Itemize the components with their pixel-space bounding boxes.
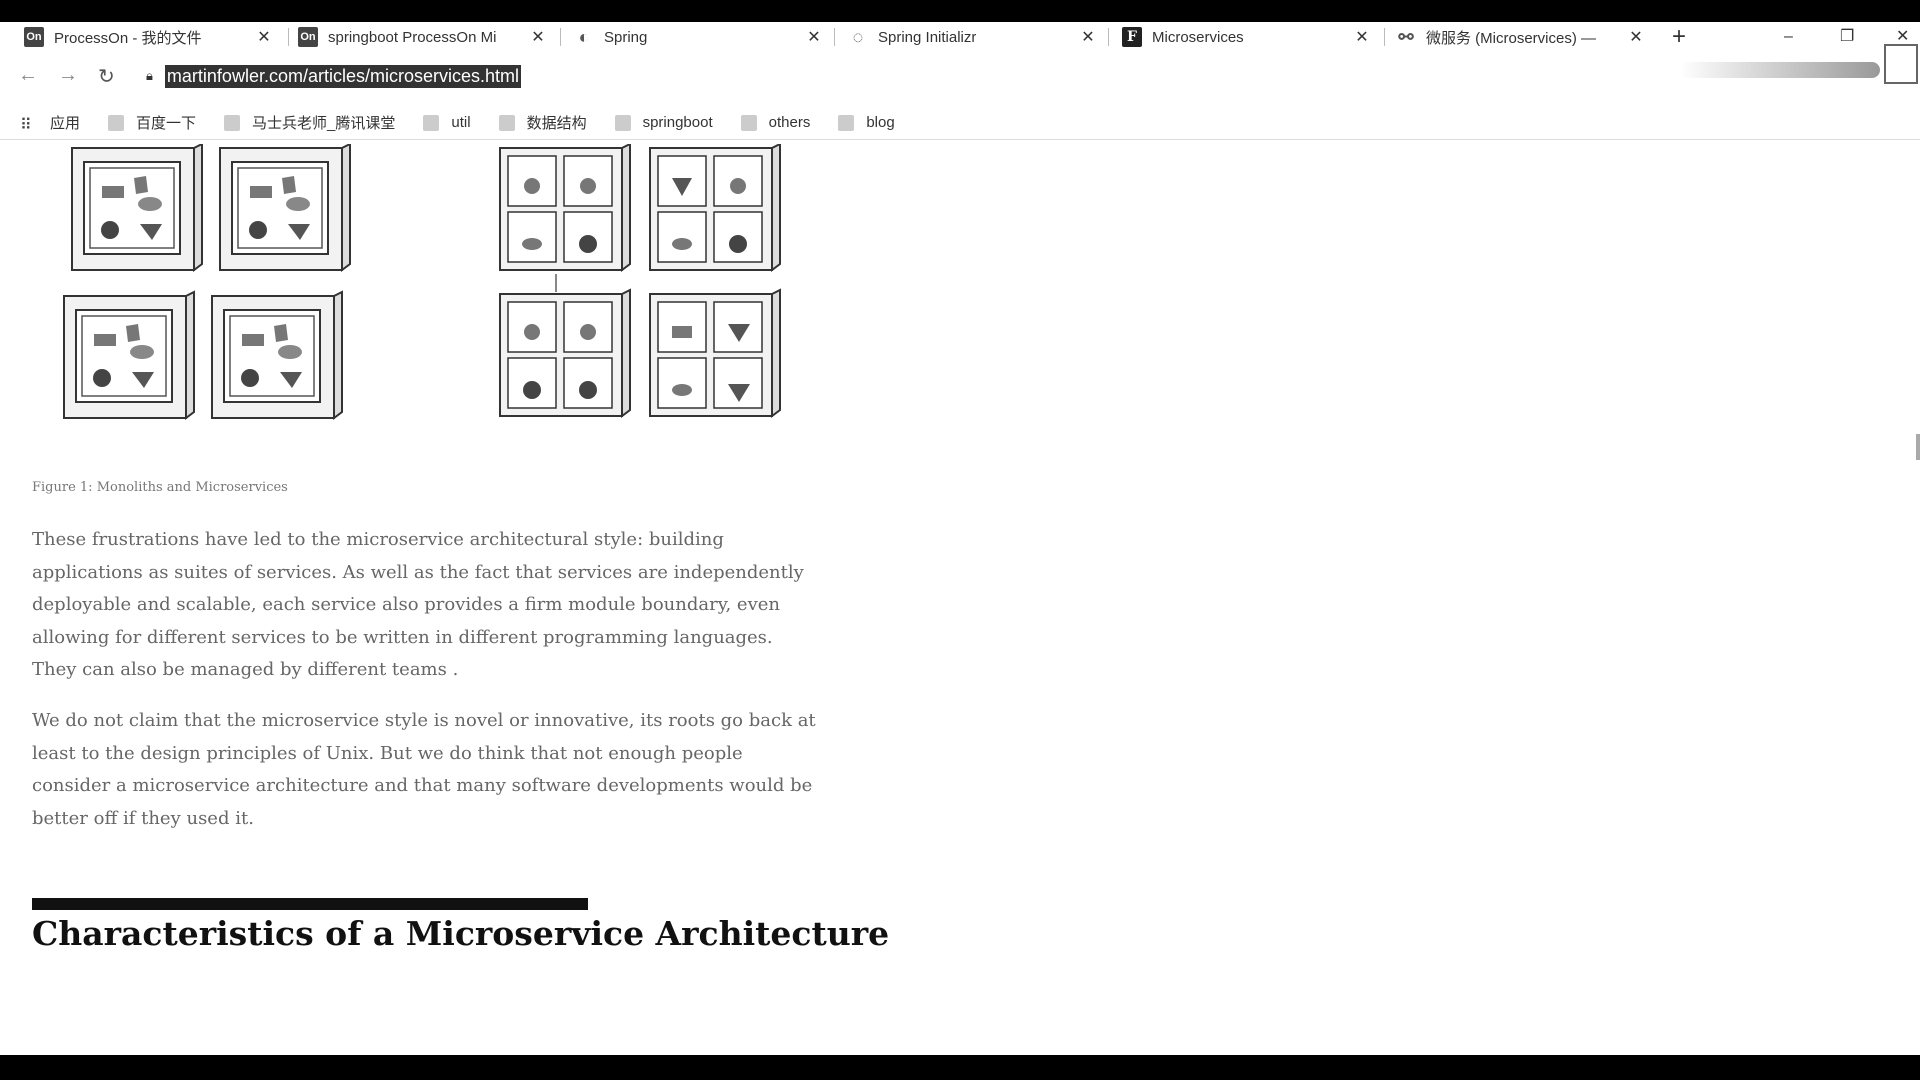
tab-processon[interactable]: On ProcessOn - 我的文件 ✕ — [24, 22, 274, 52]
monoliths-microservices-figure — [63, 144, 781, 419]
link-icon: ⚯ — [1398, 26, 1414, 47]
tab-microservices-cn[interactable]: ⚯ 微服务 (Microservices) — ✕ — [1396, 22, 1646, 52]
bookmark-label: util — [451, 114, 471, 131]
tab-spring[interactable]: ◐ Spring ✕ — [574, 22, 824, 52]
paragraph: These frustrations have led to the micro… — [32, 529, 804, 680]
martinfowler-icon: F — [1122, 27, 1142, 47]
bookmark-folder-others[interactable]: others — [740, 114, 811, 131]
spring-icon: ◐ — [578, 26, 590, 47]
baidu-icon — [108, 114, 125, 131]
bookmark-folder-util[interactable]: util — [423, 114, 471, 131]
tab-title: Spring Initializr — [878, 28, 977, 46]
tab-title: Microservices — [1152, 28, 1244, 46]
screen: On ProcessOn - 我的文件 ✕ On springboot Proc… — [0, 0, 1920, 1080]
new-tab-button[interactable]: + — [1672, 22, 1686, 52]
tab-separator — [834, 28, 835, 46]
close-icon[interactable]: ✕ — [1626, 27, 1646, 47]
extension-area — [1680, 62, 1880, 78]
browser-window: On ProcessOn - 我的文件 ✕ On springboot Proc… — [0, 22, 1920, 1055]
bookmark-label: springboot — [642, 114, 713, 131]
tab-title: Spring — [604, 28, 648, 46]
folder-icon — [838, 114, 855, 131]
section-divider — [32, 898, 588, 910]
scrollbar-thumb[interactable] — [1916, 434, 1920, 460]
bookmark-label: 应用 — [50, 115, 81, 132]
url-text[interactable]: martinfowler.com/articles/microservices.… — [164, 64, 521, 88]
bookmark-label: 数据结构 — [526, 115, 587, 132]
close-icon[interactable]: ✕ — [528, 27, 548, 47]
forward-icon[interactable]: → — [58, 64, 78, 87]
tab-springboot-processon[interactable]: On springboot ProcessOn Mi ✕ — [298, 22, 548, 52]
section-heading: Characteristics of a Microservice Archit… — [32, 914, 890, 953]
tab-title: springboot ProcessOn Mi — [328, 28, 497, 46]
close-icon[interactable]: ✕ — [804, 27, 824, 47]
bookmark-apps[interactable]: ⠿ 应用 — [20, 112, 81, 134]
paragraph: We do not claim that the microservice st… — [32, 710, 816, 829]
bookmark-label: others — [768, 114, 811, 131]
close-icon[interactable]: ✕ — [1352, 27, 1372, 47]
folder-icon — [498, 114, 515, 131]
close-icon[interactable]: ✕ — [254, 27, 274, 47]
tab-separator — [1384, 28, 1385, 46]
close-icon[interactable]: ✕ — [1078, 27, 1098, 47]
tab-title: ProcessOn - 我的文件 — [54, 29, 202, 47]
tab-title: 微服务 (Microservices) — — [1426, 29, 1597, 47]
bookmark-folder-springboot[interactable]: springboot — [614, 114, 713, 131]
tab-separator — [560, 28, 561, 46]
figure-caption: Figure 1: Monoliths and Microservices — [32, 480, 288, 495]
toolbar: ← → ↻ 🔒︎ martinfowler.com/articles/micro… — [0, 56, 1920, 98]
bookmark-tencent[interactable]: 马士兵老师_腾讯课堂 — [224, 112, 395, 133]
apps-grid-icon: ⠿ — [20, 116, 32, 134]
bookmarks-bar: ⠿ 应用 百度一下 马士兵老师_腾讯课堂 util 数据结构 springboo… — [0, 106, 1920, 140]
tab-spring-initializr[interactable]: ◌ Spring Initializr ✕ — [848, 22, 1098, 52]
back-icon[interactable]: ← — [18, 64, 38, 87]
bookmark-label: 百度一下 — [136, 115, 197, 132]
lock-icon: 🔒︎ — [146, 68, 153, 83]
processon-icon: On — [24, 27, 44, 47]
processon-icon: On — [298, 27, 318, 47]
bookmark-folder-blog[interactable]: blog — [838, 114, 895, 131]
extension-icon[interactable] — [1884, 44, 1918, 84]
restore-button[interactable]: ❐ — [1840, 22, 1854, 52]
bookmark-folder-data-structures[interactable]: 数据结构 — [498, 112, 587, 133]
folder-icon — [740, 114, 757, 131]
article-page: Figure 1: Monoliths and Microservices Th… — [0, 144, 1920, 1055]
folder-icon — [614, 114, 631, 131]
tab-separator — [288, 28, 289, 46]
spring-initializr-icon: ◌ — [852, 26, 864, 47]
tab-separator — [1108, 28, 1109, 46]
bookmark-label: blog — [866, 114, 895, 131]
address-bar[interactable]: 🔒︎ martinfowler.com/articles/microservic… — [146, 60, 1646, 92]
bookmark-baidu[interactable]: 百度一下 — [108, 112, 196, 133]
tab-strip: On ProcessOn - 我的文件 ✕ On springboot Proc… — [0, 22, 1920, 52]
bookmark-label: 马士兵老师_腾讯课堂 — [252, 115, 396, 132]
reload-icon[interactable]: ↻ — [98, 64, 115, 89]
tencent-icon — [224, 114, 241, 131]
tab-microservices[interactable]: F Microservices ✕ — [1122, 22, 1372, 52]
minimize-button[interactable]: – — [1784, 22, 1793, 52]
folder-icon — [423, 114, 440, 131]
